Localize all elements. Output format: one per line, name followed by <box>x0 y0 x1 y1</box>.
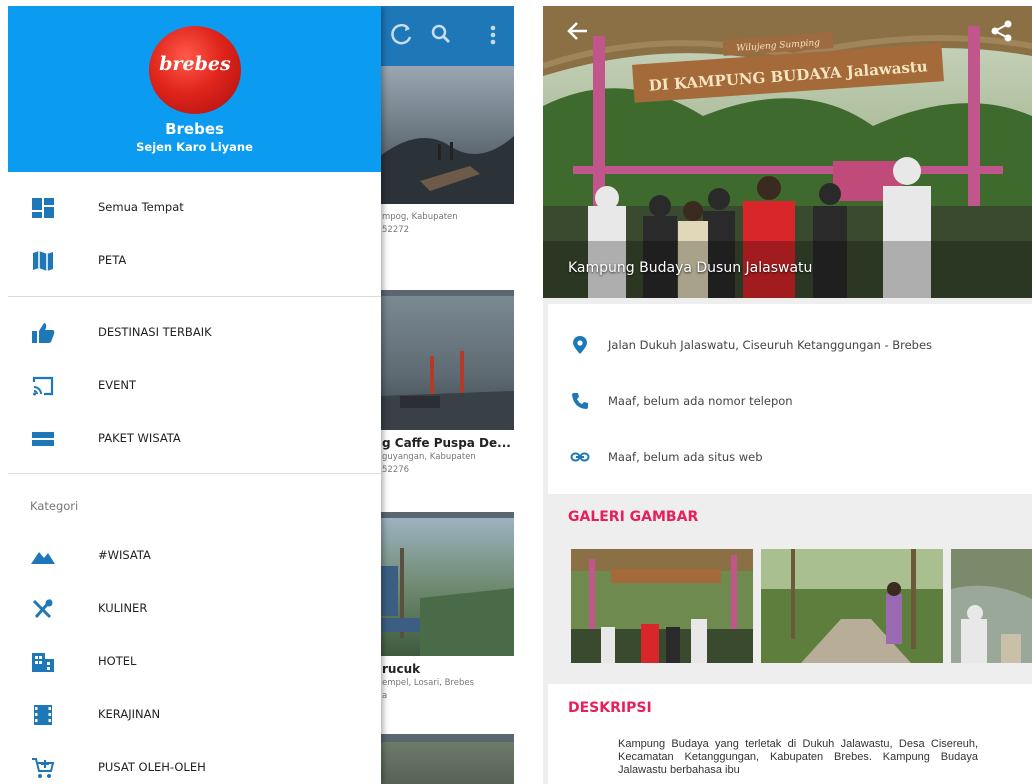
location-pin-icon <box>570 335 590 355</box>
brebes-logo: brebes <box>149 26 241 114</box>
search-icon[interactable] <box>426 20 456 50</box>
place-title: Kampung Budaya Dusun Jalaswatu <box>568 260 813 276</box>
section-label-kategori: Kategori <box>30 499 79 513</box>
thumbs-up-icon <box>30 321 56 345</box>
menu-item-label: PAKET WISATA <box>98 431 181 445</box>
phone-icon <box>570 391 590 411</box>
address-row[interactable]: Jalan Dukuh Jalaswatu, Ciseuruh Ketanggu… <box>548 330 1032 360</box>
place-info-panel: Jalan Dukuh Jalaswatu, Ciseuruh Ketanggu… <box>548 304 1032 494</box>
menu-item-label: HOTEL <box>98 654 137 668</box>
package-icon <box>30 427 56 451</box>
dashboard-icon <box>30 196 56 220</box>
screenshot-root: mpog, Kabupaten 52272 g Caffe Puspa De..… <box>0 0 1032 784</box>
menu-item-semua-tempat[interactable]: Semua Tempat <box>8 186 381 230</box>
menu-item-event[interactable]: EVENT <box>8 364 381 408</box>
gallery-title: GALERI GAMBAR <box>568 509 699 525</box>
phone-row[interactable]: Maaf, belum ada nomor telepon <box>548 386 1032 416</box>
brand-name: Brebes <box>165 120 224 138</box>
left-screen: mpog, Kabupaten 52272 g Caffe Puspa De..… <box>8 6 514 784</box>
menu-item-label: #WISATA <box>98 548 151 562</box>
drawer-header: brebes Brebes Sejen Karo Liyane <box>8 6 381 172</box>
place-photo <box>380 296 514 430</box>
place-postal: 52272 <box>382 225 410 235</box>
website-row[interactable]: Maaf, belum ada situs web <box>548 442 1032 472</box>
menu-item-label: KERAJINAN <box>98 707 161 721</box>
shopping-cart-icon <box>30 756 56 780</box>
place-photo <box>380 66 514 204</box>
menu-item-destinasi-terbaik[interactable]: DESTINASI TERBAIK <box>8 311 381 355</box>
cast-icon <box>30 374 56 398</box>
right-screen: DI KAMPUNG BUDAYA Jalawastu Wilujeng Sum… <box>543 6 1032 784</box>
place-feed: mpog, Kabupaten 52272 g Caffe Puspa De..… <box>380 66 514 784</box>
refresh-icon[interactable] <box>388 20 418 50</box>
place-card-3[interactable]: rucuk empel, Losari, Brebes a <box>380 518 514 734</box>
menu-item-hotel[interactable]: HOTEL <box>8 640 381 684</box>
menu-item-pusat-oleh-oleh[interactable]: PUSAT OLEH-OLEH <box>8 746 381 784</box>
menu-item-label: PETA <box>98 253 127 267</box>
menu-divider <box>8 473 381 474</box>
more-vert-icon[interactable] <box>478 20 508 50</box>
place-postal: 52276 <box>382 465 410 475</box>
address-text: Jalan Dukuh Jalaswatu, Ciseuruh Ketanggu… <box>608 338 933 352</box>
menu-divider <box>8 296 381 297</box>
building-icon <box>30 650 56 674</box>
menu-item-label: DESTINASI TERBAIK <box>98 325 212 339</box>
logo-wordmark: brebes <box>159 53 231 75</box>
place-photo <box>380 742 514 784</box>
film-icon <box>30 703 56 727</box>
website-text: Maaf, belum ada situs web <box>608 450 763 464</box>
place-photo <box>380 518 514 656</box>
menu-item-peta[interactable]: PETA <box>8 239 381 283</box>
brand-tagline: Sejen Karo Liyane <box>136 140 253 154</box>
description-panel: DESKRIPSI Kampung Budaya yang terletak d… <box>548 684 1032 784</box>
image-gallery[interactable] <box>571 549 1032 663</box>
place-card-2[interactable]: g Caffe Puspa De... guyangan, Kabupaten … <box>380 296 514 512</box>
place-card-4[interactable] <box>380 742 514 784</box>
gallery-image-2[interactable] <box>761 549 943 663</box>
menu-item-label: PUSAT OLEH-OLEH <box>98 760 206 774</box>
place-title: g Caffe Puspa De... <box>382 436 511 450</box>
place-address: empel, Losari, Brebes <box>382 678 475 688</box>
menu-item-wisata[interactable]: #WISATA <box>8 534 381 578</box>
back-arrow-icon[interactable] <box>565 18 591 44</box>
menu-item-label: Semua Tempat <box>98 200 184 214</box>
place-title: rucuk <box>382 662 421 676</box>
gallery-image-1[interactable] <box>571 549 753 663</box>
navigation-drawer: brebes Brebes Sejen Karo Liyane Semua Te… <box>8 6 381 784</box>
hero-photo: DI KAMPUNG BUDAYA Jalawastu Wilujeng Sum… <box>543 6 1032 298</box>
place-address: mpog, Kabupaten <box>382 212 458 222</box>
gallery-image-3[interactable] <box>951 549 1032 663</box>
menu-item-kerajinan[interactable]: KERAJINAN <box>8 693 381 737</box>
place-address: guyangan, Kabupaten <box>382 452 476 462</box>
map-icon <box>30 249 56 273</box>
menu-item-label: KULINER <box>98 601 148 615</box>
landscape-icon <box>30 544 56 568</box>
utensils-icon <box>30 597 56 621</box>
place-postal: a <box>382 691 388 701</box>
description-title: DESKRIPSI <box>568 700 652 716</box>
menu-item-label: EVENT <box>98 378 137 392</box>
description-text: Kampung Budaya yang terletak di Dukuh Ja… <box>618 738 978 776</box>
phone-text: Maaf, belum ada nomor telepon <box>608 394 793 408</box>
menu-item-kuliner[interactable]: KULINER <box>8 587 381 631</box>
share-icon[interactable] <box>989 18 1015 44</box>
menu-item-paket-wisata[interactable]: PAKET WISATA <box>8 417 381 461</box>
place-card-1[interactable]: mpog, Kabupaten 52272 <box>380 66 514 290</box>
link-icon <box>570 447 590 467</box>
